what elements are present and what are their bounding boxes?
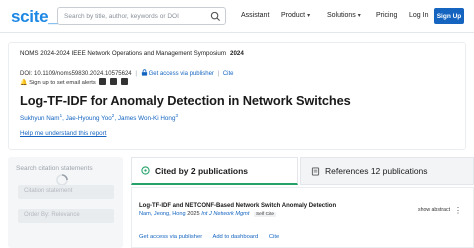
doi-text[interactable]: DOI: 10.1109/noms59830.2024.10575624 — [20, 71, 132, 77]
nav-login[interactable]: Log In — [409, 12, 428, 19]
citing-paper-authors[interactable]: Nam, Jeong, Hong — [139, 211, 186, 217]
tab-cited-by[interactable]: Cited by 2 publications — [131, 157, 298, 185]
document-icon — [311, 166, 320, 176]
nav-product[interactable]: Product ▾ — [281, 12, 310, 19]
nav-solutions-label: Solutions — [327, 12, 356, 19]
citing-paper-journal[interactable]: Int J Network Mgmt — [201, 211, 249, 217]
facebook-icon[interactable] — [110, 78, 118, 85]
nav-pricing[interactable]: Pricing — [376, 12, 397, 19]
show-abstract-button[interactable]: show abstract — [418, 207, 450, 213]
search-box[interactable] — [57, 7, 226, 25]
citing-paper-title[interactable]: Log-TF-IDF and NETCONF-Based Network Swi… — [139, 203, 336, 209]
order-by-select[interactable]: Order By: Relevance — [18, 209, 114, 223]
divider: | — [135, 71, 137, 77]
cite-link[interactable]: Cite — [223, 71, 234, 77]
chevron-down-icon: ▾ — [357, 13, 361, 19]
get-access-link[interactable]: Get access via publisher — [149, 71, 214, 77]
citation-actions: Get access via publisher Add to dashboar… — [139, 234, 288, 240]
author-affiliation: 1 — [59, 113, 63, 118]
nav-product-label: Product — [281, 12, 306, 19]
citing-paper-year: 2025 — [187, 211, 200, 217]
alert-row: 🔔 Sign up to set email alerts — [20, 78, 128, 86]
add-to-dashboard-link[interactable]: Add to dashboard — [212, 234, 258, 240]
author-name: Sukhyun Nam — [20, 115, 60, 123]
divider: | — [217, 71, 220, 77]
citing-publications-list: Log-TF-IDF and NETCONF-Based Network Swi… — [131, 187, 474, 248]
nav-solutions[interactable]: Solutions ▾ — [327, 12, 361, 19]
venue-name: NOMS 2024-2024 IEEE Network Operations a… — [20, 50, 227, 57]
tab-cited-by-label: Cited by 2 publications — [155, 165, 249, 176]
search-icon[interactable] — [210, 11, 221, 22]
top-navigation-bar: scite_ Assistant Product▾ Solutions▾ Pri… — [0, 0, 474, 33]
linkedin-icon[interactable] — [120, 78, 128, 85]
email-alert-link[interactable]: Sign up to set email alerts — [29, 80, 96, 86]
paper-venue: NOMS 2024-2024 IEEE Network Operations a… — [20, 50, 244, 57]
bell-icon: 🔔 — [20, 80, 28, 86]
chevron-down-icon: ▾ — [307, 13, 311, 19]
cite-link[interactable]: Cite — [269, 234, 279, 240]
signup-button[interactable]: Sign Up — [434, 8, 464, 24]
help-understand-link[interactable]: Help me understand this report — [20, 130, 106, 137]
nav-assistant[interactable]: Assistant — [241, 12, 269, 19]
author-name: James Won-Ki Hong — [117, 115, 176, 123]
author-link[interactable]: Jae-Hyoung Yoo2 — [65, 113, 115, 123]
citation-statement-input[interactable]: Citation statement — [18, 185, 114, 199]
doi-row: DOI: 10.1109/noms59830.2024.10575624 | G… — [20, 69, 234, 77]
venue-year: 2024 — [230, 50, 244, 57]
get-access-link[interactable]: Get access via publisher — [139, 234, 202, 240]
more-icon[interactable]: ⋮ — [454, 206, 462, 215]
filter-search-label: Search citation statements — [16, 165, 93, 172]
scite-logo[interactable]: scite_ — [11, 7, 58, 27]
author-link[interactable]: Sukhyun Nam1 — [20, 113, 63, 123]
lock-icon — [141, 69, 147, 76]
author-link[interactable]: James Won-Ki Hong3 — [117, 113, 178, 123]
tab-references-label: References 12 publications — [325, 166, 428, 176]
citing-paper-meta: Nam, Jeong, Hong 2025 Int J Network Mgmt… — [139, 211, 277, 217]
author-name: Jae-Hyoung Yoo — [65, 115, 112, 123]
author-affiliation: 2 — [111, 113, 115, 118]
paper-header-card: NOMS 2024-2024 IEEE Network Operations a… — [8, 42, 466, 150]
author-affiliation: 3 — [175, 113, 178, 118]
author-list: Sukhyun Nam1, Jae-Hyoung Yoo2, James Won… — [20, 113, 178, 123]
self-cite-badge: Self Cite — [253, 212, 277, 217]
paper-title: Log-TF-IDF for Anomaly Detection in Netw… — [20, 93, 351, 108]
filter-panel: Search citation statements Citation stat… — [8, 157, 123, 248]
tab-references[interactable]: References 12 publications — [300, 157, 474, 185]
chat-icon — [141, 166, 150, 175]
search-input[interactable] — [64, 10, 204, 23]
twitter-icon[interactable] — [99, 78, 107, 85]
